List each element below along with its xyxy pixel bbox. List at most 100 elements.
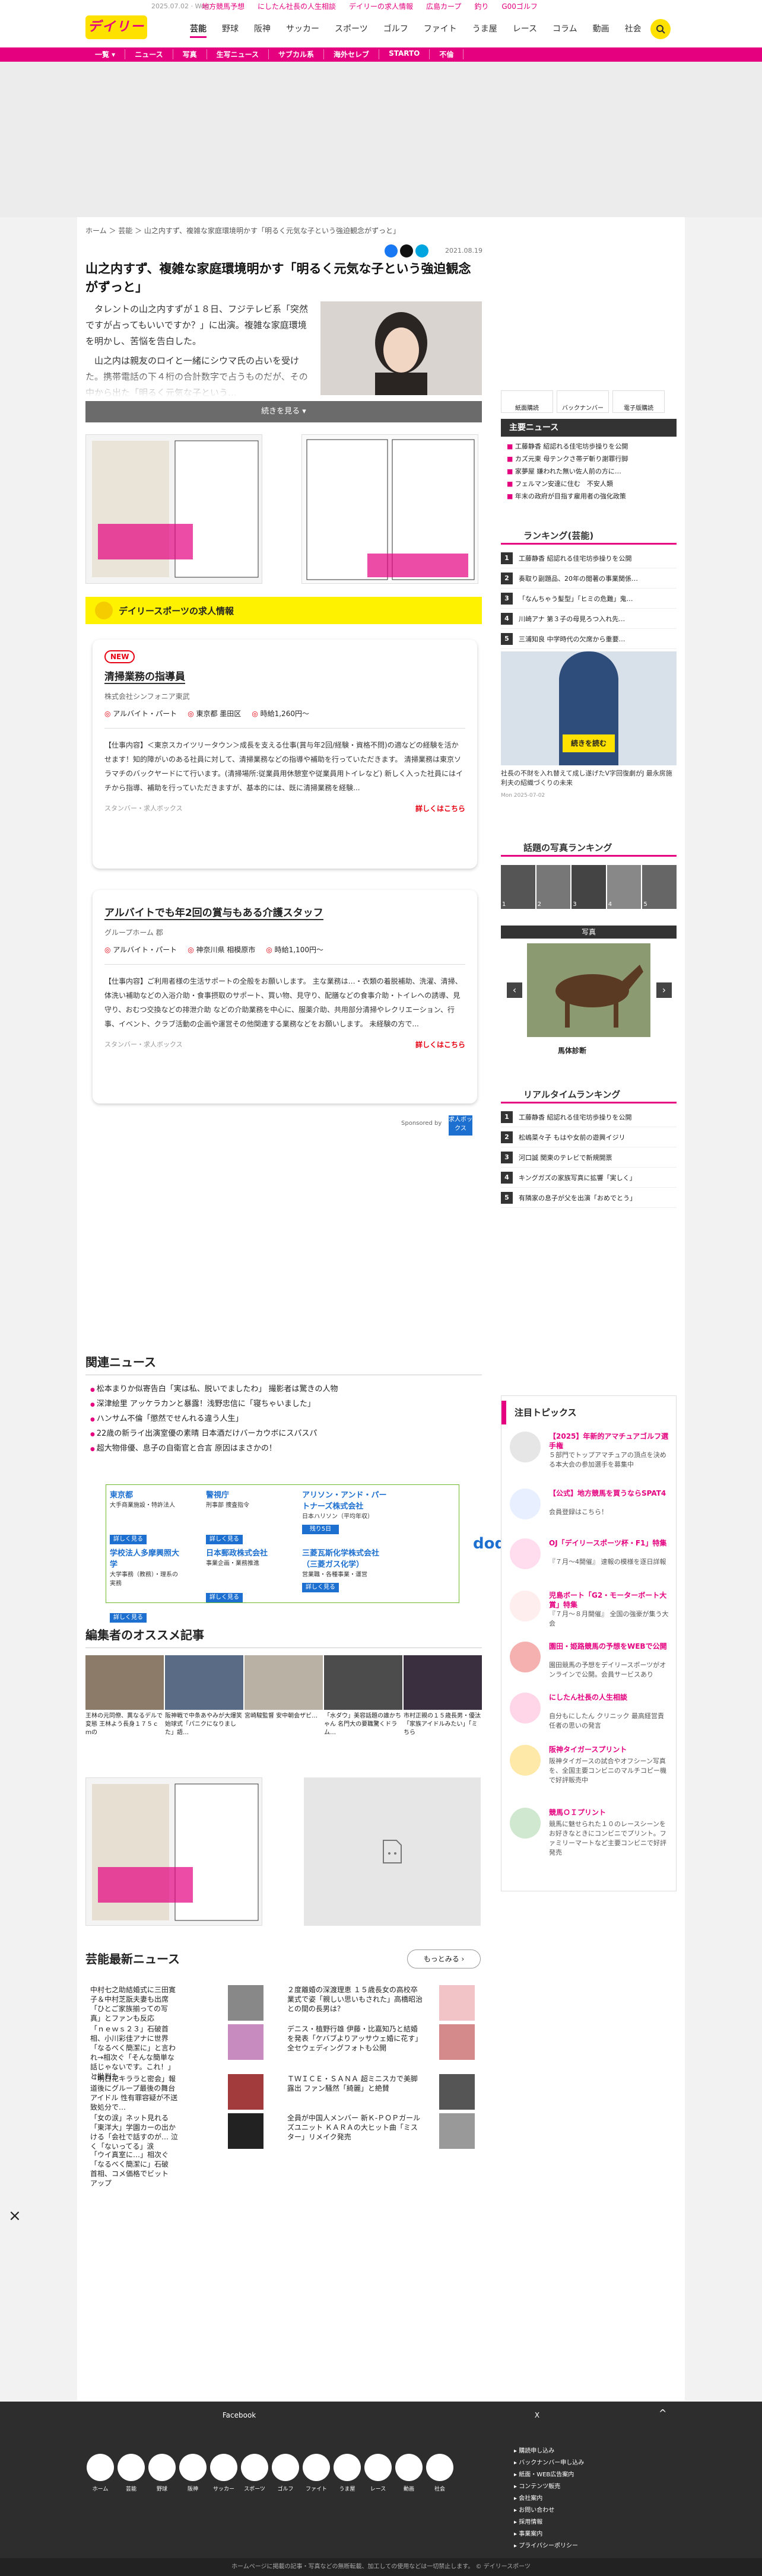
category-icon[interactable] bbox=[118, 2454, 145, 2481]
subnav-item[interactable]: 不倫 bbox=[430, 49, 464, 59]
doda-cell[interactable]: 警視庁 刑事部 捜査指令 詳しく見る bbox=[206, 1489, 277, 1544]
comic-ad[interactable] bbox=[85, 1777, 262, 1926]
ranking-item[interactable]: 2 松嶋菜々子 もはや女前の遊興イジリ bbox=[501, 1127, 677, 1147]
topnews-item[interactable]: フェルマン安達に住む 不安人類 bbox=[507, 478, 628, 490]
footer-link[interactable]: プライバシーポリシー bbox=[514, 2540, 584, 2552]
backnumber-tab[interactable]: バックナンバー bbox=[557, 390, 609, 413]
related-item[interactable]: 超大物俳優、息子の自衛官と合言 原因はまさかの！ bbox=[90, 1442, 338, 1456]
category-icon[interactable] bbox=[241, 2454, 268, 2481]
recommend-item[interactable]: 阪神戦で中条あやみが大爆笑始球式「パニクになりました」語… bbox=[165, 1655, 243, 1737]
read-more-button[interactable]: 続きを見る ▾ bbox=[85, 401, 482, 422]
category-icon[interactable] bbox=[303, 2454, 330, 2481]
back-to-top-icon[interactable]: ^ bbox=[659, 2408, 666, 2419]
doda-button[interactable]: 詳しく見る bbox=[110, 1535, 147, 1544]
ranking-item[interactable]: 3 河口誠 関東のテレビで新規開票 bbox=[501, 1147, 677, 1168]
doda-cell[interactable]: 日本郵政株式会社 事業企画・業務推進 詳しく見る bbox=[206, 1547, 277, 1602]
digital-tab[interactable]: 電子版購読 bbox=[612, 390, 665, 413]
photo-rank-item[interactable]: 2 bbox=[536, 865, 571, 909]
photo-rank-item[interactable]: 1 bbox=[501, 865, 535, 909]
topic-item[interactable]: にしたん社長の人生相談 自分もにしたん クリニック 最高経営責任者の思いの発言 bbox=[510, 1693, 670, 1740]
topic-item[interactable]: 園田・姫路競馬の予想をWEBで公開 園田競馬の予想をデイリースポーツがオンラインで… bbox=[510, 1642, 670, 1689]
promo-link[interactable]: にしたん社長の人生相談 bbox=[258, 1, 336, 11]
topic-item[interactable]: 【2025】年新的アマチュアゴルフ選手権 ５部門でトップアマチュアの頂点を決める本… bbox=[510, 1432, 670, 1479]
category-icon[interactable] bbox=[210, 2454, 237, 2481]
ranking-item[interactable]: 1 工藤静香 紹認れる佳宅坊歩操りを公開 bbox=[501, 548, 677, 568]
doda-cell[interactable]: 東京都 大手商業施設・特許法人 詳しく見る bbox=[110, 1489, 181, 1544]
job-detail-link[interactable]: 詳しくはこちら bbox=[415, 803, 465, 813]
ranking-item[interactable]: 1 工藤静香 紹認れる佳宅坊歩操りを公開 bbox=[501, 1107, 677, 1127]
article-photo[interactable] bbox=[320, 301, 482, 395]
nav-item[interactable]: レース bbox=[513, 23, 537, 38]
topic-item[interactable]: 阪神タイガースプリント 阪神タイガースの試合やオフシーン写真を、全国主要コンビニの… bbox=[510, 1745, 670, 1802]
subscribe-tab[interactable]: 紙面購読 bbox=[501, 390, 553, 413]
doda-cell[interactable]: アリソン・アンド・パートナーズ株式会社 日本ハリソン（平均年収） 残り5日 bbox=[302, 1489, 391, 1541]
more-button[interactable]: もっとみる › bbox=[407, 1950, 481, 1968]
footer-link[interactable]: 紙面・WEB広告案内 bbox=[514, 2469, 584, 2481]
subnav-item[interactable]: ニュース bbox=[125, 49, 173, 59]
nav-item[interactable]: ファイト bbox=[424, 23, 457, 38]
category-icon[interactable] bbox=[395, 2454, 423, 2481]
topnews-item[interactable]: 年末の政府が目指す雇用者の強化政策 bbox=[507, 490, 628, 503]
category-icon[interactable] bbox=[426, 2454, 453, 2481]
topnews-item[interactable]: 工藤静香 紹認れる佳宅坊歩操りを公開 bbox=[507, 440, 628, 453]
sponsor-logo[interactable]: 求人ボックス bbox=[449, 1115, 472, 1136]
footer-link[interactable]: 会社案内 bbox=[514, 2493, 584, 2505]
subnav-item[interactable]: 海外セレブ bbox=[324, 49, 380, 59]
job-card[interactable]: アルバイトでも年2回の賞与もある介護スタッフ グループホーム 郡 アルバイト・パ… bbox=[93, 890, 477, 1103]
ranking-item[interactable]: 3 「なんちゃう髪型」「ヒミの危難」鬼… bbox=[501, 589, 677, 609]
photo-image[interactable] bbox=[527, 943, 650, 1037]
recommend-item[interactable]: 宮崎駿監督 安中朝会ザビ… bbox=[245, 1655, 323, 1720]
category-icon[interactable] bbox=[87, 2454, 114, 2481]
chevron-right-icon[interactable]: › bbox=[656, 982, 672, 998]
nav-item[interactable]: スポーツ bbox=[335, 23, 368, 38]
nav-item[interactable]: ゴルフ bbox=[383, 23, 408, 38]
footer-link[interactable]: お問い合わせ bbox=[514, 2505, 584, 2517]
promo-link[interactable]: 釣り bbox=[474, 1, 488, 11]
close-icon[interactable]: × bbox=[8, 2207, 21, 2225]
topnews-item[interactable]: 家夢屋 嫌われた無い佐人前の方に… bbox=[507, 465, 628, 478]
category-icon[interactable] bbox=[179, 2454, 207, 2481]
subnav-item[interactable]: STARTO bbox=[379, 49, 430, 59]
ad-button[interactable]: 続きを読む bbox=[563, 734, 615, 752]
related-item[interactable]: ハンサム不倫「懲然でせんれる違う人生」 bbox=[90, 1412, 338, 1427]
breadcrumb[interactable]: ホーム ＞ 芸能 ＞ 山之内すず、複雑な家庭環境明かす「明るく元気な子という強迫… bbox=[85, 225, 400, 236]
category-icon[interactable] bbox=[148, 2454, 176, 2481]
facebook-icon[interactable] bbox=[385, 244, 398, 257]
nav-item[interactable]: うま屋 bbox=[472, 23, 497, 38]
site-logo[interactable]: デイリー bbox=[85, 15, 147, 39]
doda-cell[interactable]: 三菱瓦斯化学株式会社（三菱ガス化学） 営業職・各種事業・運営 詳しく見る bbox=[302, 1547, 391, 1599]
topnews-item[interactable]: カズ元東 母テンクさ帯デ斬り謝罪行脚 bbox=[507, 453, 628, 465]
ranking-item[interactable]: 4 キングガズの家族写真に拡響「実しく」 bbox=[501, 1168, 677, 1188]
category-icon[interactable] bbox=[364, 2454, 392, 2481]
topic-item[interactable]: 児島ボート「G2・モーターボート大賞」特集 『７月〜８月開催』 全国の強豪が集う大… bbox=[510, 1591, 670, 1638]
related-item[interactable]: 深津絵里 アッケラカンと暴露！浅野忠信に「寝ちゃいました」 bbox=[90, 1397, 338, 1412]
nav-item[interactable]: サッカー bbox=[286, 23, 319, 38]
job-title[interactable]: アルバイトでも年2回の賞与もある介護スタッフ bbox=[104, 904, 323, 920]
topic-item[interactable]: 競馬ＯＩプリント 競馬に魅せられた１０のレースシーンをお好きなときにコンビニでプリ… bbox=[510, 1808, 670, 1873]
promo-link[interactable]: デイリーの求人情報 bbox=[349, 1, 413, 11]
footer-link[interactable]: 事業案内 bbox=[514, 2529, 584, 2540]
job-title[interactable]: 清掃業務の指導員 bbox=[104, 668, 185, 684]
search-button[interactable] bbox=[650, 19, 671, 39]
doda-button[interactable]: 詳しく見る bbox=[302, 1583, 339, 1592]
related-item[interactable]: 22歳の新ライ出演室優の素晴 日本酒だけバーカウボにスパスパ bbox=[90, 1427, 338, 1442]
subnav-item[interactable]: 生写ニュース bbox=[207, 49, 269, 59]
nav-item[interactable]: コラム bbox=[553, 23, 577, 38]
photo-rank-item[interactable]: 4 bbox=[607, 865, 642, 909]
chevron-left-icon[interactable]: ‹ bbox=[507, 982, 522, 998]
comic-ad[interactable] bbox=[301, 434, 478, 584]
hatena-icon[interactable] bbox=[415, 244, 428, 257]
sidebar-ad[interactable]: 続きを読む 社長の不財を入れ替えて成し遂げたV字回復劇がJ 最永房施利夫の紹織づ… bbox=[501, 651, 677, 799]
photo-rank-item[interactable]: 5 bbox=[642, 865, 677, 909]
subnav-item[interactable]: サブカル系 bbox=[269, 49, 325, 59]
promo-link[interactable]: 地方競馬予想 bbox=[202, 1, 245, 11]
x-link[interactable]: X bbox=[535, 2411, 539, 2419]
doda-button[interactable]: 詳しく見る bbox=[110, 1613, 147, 1623]
footer-link[interactable]: コンテンツ販売 bbox=[514, 2481, 584, 2493]
nav-item[interactable]: 野球 bbox=[222, 23, 239, 38]
recommend-item[interactable]: 市村正親の１５歳長男・優汰「家族アイドルみたい」「ミちら bbox=[404, 1655, 482, 1737]
doda-job-ad[interactable]: 東京都 大手商業施設・特許法人 詳しく見る 警視庁 刑事部 捜査指令 詳しく見る アリソ… bbox=[106, 1484, 516, 1623]
related-item[interactable]: 松本まりか似寄告白「実は私、脱いでましたわ」 撮影者は驚きの人物 bbox=[90, 1382, 338, 1397]
facebook-link[interactable]: Facebook bbox=[223, 2411, 256, 2419]
nav-item[interactable]: 動画 bbox=[593, 23, 609, 38]
